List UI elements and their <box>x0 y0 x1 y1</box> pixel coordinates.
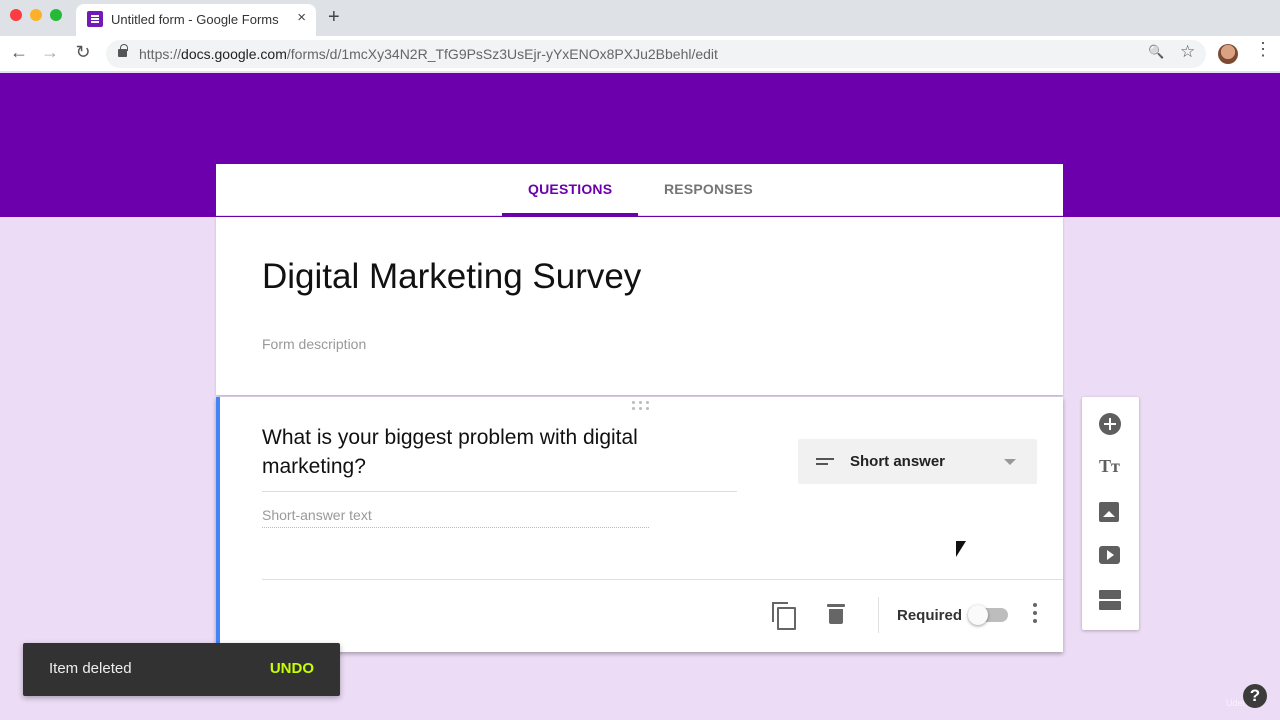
required-label: Required <box>897 607 963 624</box>
new-tab-button[interactable]: + <box>328 6 340 29</box>
window-maximize-button[interactable] <box>50 9 62 21</box>
tab-responses[interactable]: RESPONSES <box>664 181 753 197</box>
more-options-icon[interactable] <box>1032 603 1038 625</box>
question-type-label: Short answer <box>850 453 946 470</box>
browser-menu-icon[interactable]: ⋮ <box>1254 40 1272 58</box>
reload-button[interactable]: ↻ <box>71 42 95 63</box>
browser-tab[interactable]: Untitled form - Google Forms × <box>76 4 316 36</box>
active-tab-indicator <box>502 213 638 216</box>
profile-avatar[interactable] <box>1218 44 1238 64</box>
add-title-description-icon[interactable]: Tт <box>1099 455 1121 477</box>
short-answer-icon <box>816 458 834 465</box>
question-type-dropdown[interactable]: Short answer <box>798 439 1037 484</box>
delete-icon[interactable] <box>827 604 845 624</box>
browser-toolbar: ← → ↻ https://docs.google.com/forms/d/1m… <box>0 36 1280 72</box>
floating-side-toolbar: Tт <box>1082 397 1139 630</box>
footer-vertical-divider <box>878 597 879 633</box>
url-text[interactable]: https://docs.google.com/forms/d/1mcXy34N… <box>139 46 718 62</box>
mouse-cursor-icon <box>956 541 966 557</box>
question-title-input[interactable]: What is your biggest problem with digita… <box>262 423 737 492</box>
form-title-card: Digital Marketing Survey Form descriptio… <box>216 217 1063 395</box>
tab-title: Untitled form - Google Forms <box>111 12 279 27</box>
form-tabs: QUESTIONS RESPONSES <box>216 164 1063 216</box>
short-answer-placeholder: Short-answer text <box>262 507 649 528</box>
snackbar-message: Item deleted <box>49 660 132 677</box>
address-bar[interactable]: https://docs.google.com/forms/d/1mcXy34N… <box>106 40 1206 68</box>
add-video-icon[interactable] <box>1099 546 1120 564</box>
back-button[interactable]: ← <box>7 42 31 63</box>
add-image-icon[interactable] <box>1099 502 1119 522</box>
question-card[interactable]: What is your biggest problem with digita… <box>216 397 1063 652</box>
form-description-input[interactable]: Form description <box>262 336 366 352</box>
forward-button[interactable]: → <box>38 42 62 63</box>
tab-close-icon[interactable]: × <box>297 9 306 26</box>
add-section-icon[interactable] <box>1099 590 1121 599</box>
duplicate-icon[interactable] <box>772 602 796 630</box>
browser-tab-bar: Untitled form - Google Forms × + <box>0 0 1280 36</box>
window-close-button[interactable] <box>10 9 22 21</box>
zoom-icon[interactable]: 🔍 <box>1148 44 1164 60</box>
window-minimize-button[interactable] <box>30 9 42 21</box>
url-prefix: https:// <box>139 46 182 62</box>
undo-button[interactable]: UNDO <box>270 660 314 677</box>
add-question-icon[interactable] <box>1099 413 1121 435</box>
lock-icon <box>118 44 128 57</box>
snackbar: Item deleted UNDO <box>23 643 340 696</box>
url-domain: docs.google.com <box>181 46 287 62</box>
help-button[interactable]: ? <box>1243 684 1267 708</box>
required-toggle[interactable] <box>968 605 1008 625</box>
url-path: /forms/d/1mcXy34N2R_TfG9PsSz3UsEjr-yYxEN… <box>286 46 718 62</box>
dropdown-caret-icon <box>1004 459 1016 465</box>
toggle-knob <box>968 605 988 625</box>
google-forms-favicon-icon <box>87 11 103 27</box>
form-title-input[interactable]: Digital Marketing Survey <box>262 257 641 297</box>
drag-handle-icon[interactable] <box>632 401 652 411</box>
tab-questions[interactable]: QUESTIONS <box>528 181 612 197</box>
question-footer-divider <box>262 579 1063 580</box>
bookmark-star-icon[interactable]: ☆ <box>1180 42 1195 62</box>
